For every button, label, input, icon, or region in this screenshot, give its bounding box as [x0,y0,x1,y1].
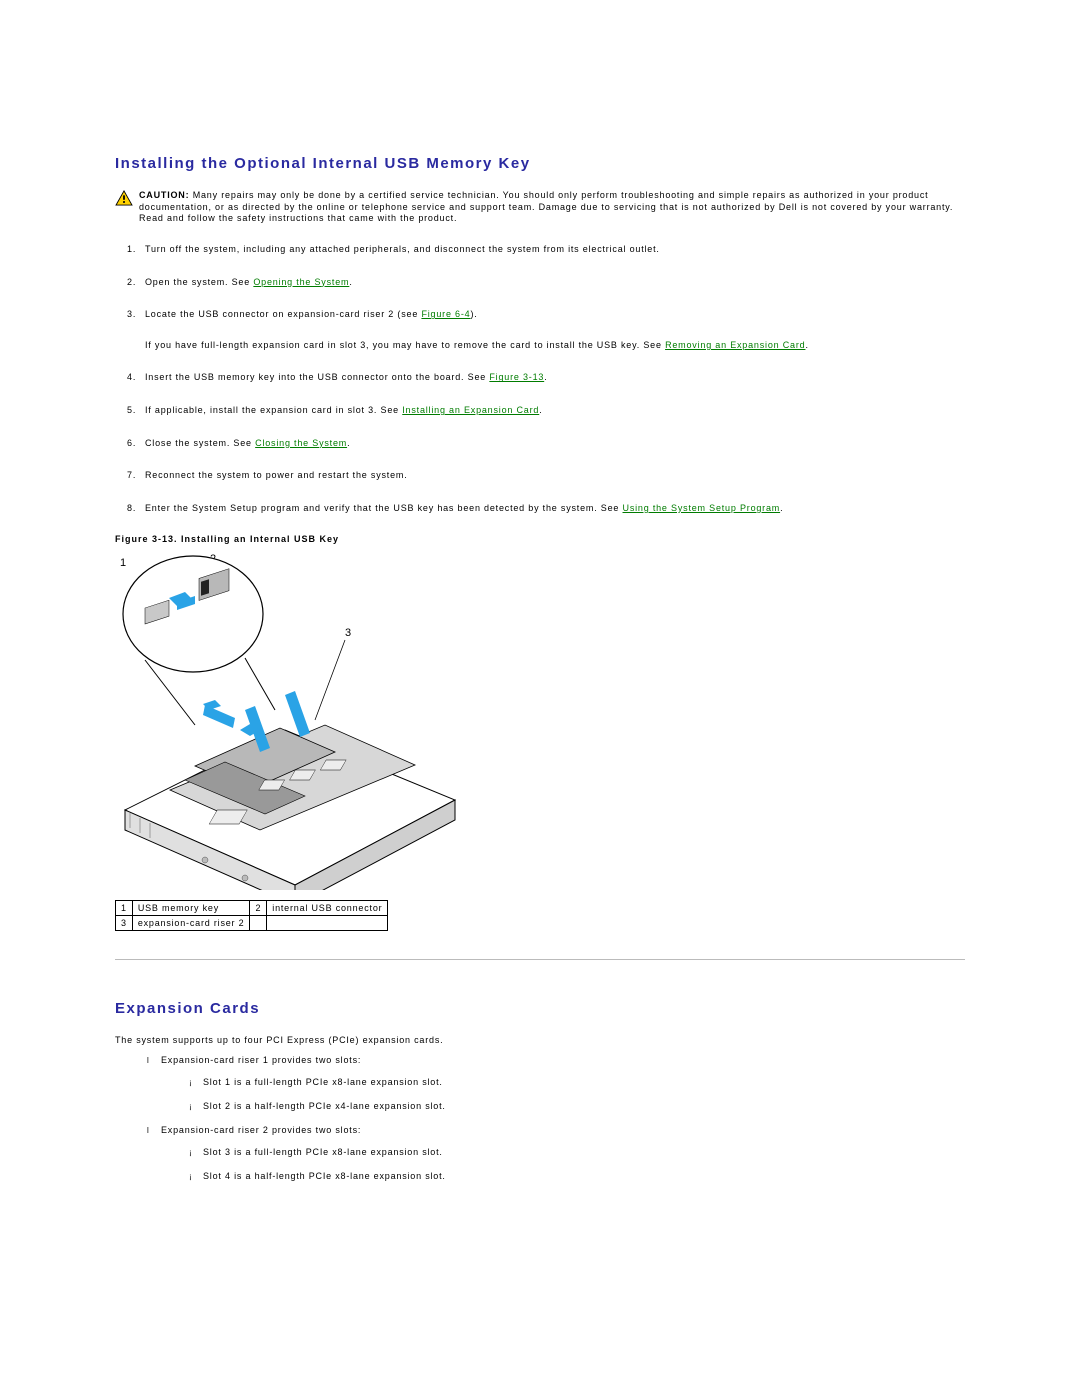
step-text: . [349,277,352,287]
slot-text: Slot 4 is a half-length PCIe x8-lane exp… [203,1171,446,1181]
step-text: Enter the System Setup program and verif… [145,503,623,513]
riser-1-text: Expansion-card riser 1 provides two slot… [161,1055,361,1065]
figure-title: Figure 3-13. Installing an Internal USB … [115,534,965,544]
svg-text:1: 1 [120,557,127,569]
riser-2-slots: Slot 3 is a full-length PCIe x8-lane exp… [161,1147,965,1181]
step-5: If applicable, install the expansion car… [127,404,965,417]
section-title-expansion-cards: Expansion Cards [115,1000,965,1017]
caution-text: CAUTION: Many repairs may only be done b… [139,190,965,225]
caution-box: CAUTION: Many repairs may only be done b… [115,190,965,225]
step-text: Turn off the system, including any attac… [145,244,660,254]
svg-text:3: 3 [345,627,352,639]
step-text: If applicable, install the expansion car… [145,405,402,415]
caution-label: CAUTION: [139,190,189,200]
legend-text: USB memory key [132,901,250,916]
step-text: . [780,503,783,513]
step-text: Insert the USB memory key into the USB c… [145,372,489,382]
list-item: Expansion-card riser 1 provides two slot… [147,1055,965,1111]
caution-body: Many repairs may only be done by a certi… [139,190,953,223]
legend-empty [267,916,388,931]
step-text: Close the system. See [145,438,255,448]
link-removing-expansion-card[interactable]: Removing an Expansion Card [665,340,805,350]
section-title-usb-key: Installing the Optional Internal USB Mem… [115,155,965,172]
slot-text: Slot 1 is a full-length PCIe x8-lane exp… [203,1077,443,1087]
link-figure-6-4[interactable]: Figure 6-4 [421,309,470,319]
step-text: If you have full-length expansion card i… [145,340,665,350]
step-text: Open the system. See [145,277,253,287]
link-figure-3-13[interactable]: Figure 3-13 [489,372,544,382]
step-1: Turn off the system, including any attac… [127,243,965,256]
list-item: Slot 3 is a full-length PCIe x8-lane exp… [189,1147,965,1157]
step-2: Open the system. See Opening the System. [127,276,965,289]
link-installing-expansion-card[interactable]: Installing an Expansion Card [402,405,539,415]
link-system-setup-program[interactable]: Using the System Setup Program [623,503,781,513]
step-6: Close the system. See Closing the System… [127,437,965,450]
step-text: Locate the USB connector on expansion-ca… [145,309,421,319]
legend-num: 2 [250,901,267,916]
step-7: Reconnect the system to power and restar… [127,469,965,482]
list-item: Slot 1 is a full-length PCIe x8-lane exp… [189,1077,965,1087]
caution-icon [115,190,133,206]
step-text: . [347,438,350,448]
step-text: ). [470,309,477,319]
section-divider [115,959,965,960]
legend-text: internal USB connector [267,901,388,916]
legend-num: 1 [116,901,133,916]
slot-text: Slot 3 is a full-length PCIe x8-lane exp… [203,1147,443,1157]
step-text: . [539,405,542,415]
step-3-note: If you have full-length expansion card i… [145,339,965,352]
table-row: 1 USB memory key 2 internal USB connecto… [116,901,388,916]
step-text: Reconnect the system to power and restar… [145,470,408,480]
legend-num: 3 [116,916,133,931]
legend-empty [250,916,267,931]
step-8: Enter the System Setup program and verif… [127,502,965,515]
slot-text: Slot 2 is a half-length PCIe x4-lane exp… [203,1101,446,1111]
list-item: Slot 4 is a half-length PCIe x8-lane exp… [189,1171,965,1181]
riser-2-text: Expansion-card riser 2 provides two slot… [161,1125,361,1135]
install-steps-list: Turn off the system, including any attac… [115,243,965,514]
step-4: Insert the USB memory key into the USB c… [127,371,965,384]
riser-1-slots: Slot 1 is a full-length PCIe x8-lane exp… [161,1077,965,1111]
table-row: 3 expansion-card riser 2 [116,916,388,931]
list-item: Slot 2 is a half-length PCIe x4-lane exp… [189,1101,965,1111]
link-closing-system[interactable]: Closing the System [255,438,347,448]
step-text: . [544,372,547,382]
legend-text: expansion-card riser 2 [132,916,250,931]
step-3: Locate the USB connector on expansion-ca… [127,308,965,351]
list-item: Expansion-card riser 2 provides two slot… [147,1125,965,1181]
figure-legend-table: 1 USB memory key 2 internal USB connecto… [115,900,388,931]
step-text: . [805,340,808,350]
expansion-intro: The system supports up to four PCI Expre… [115,1035,965,1045]
riser-list: Expansion-card riser 1 provides two slot… [115,1055,965,1181]
link-opening-system[interactable]: Opening the System [253,277,349,287]
figure-image: 1 2 3 [115,550,465,890]
